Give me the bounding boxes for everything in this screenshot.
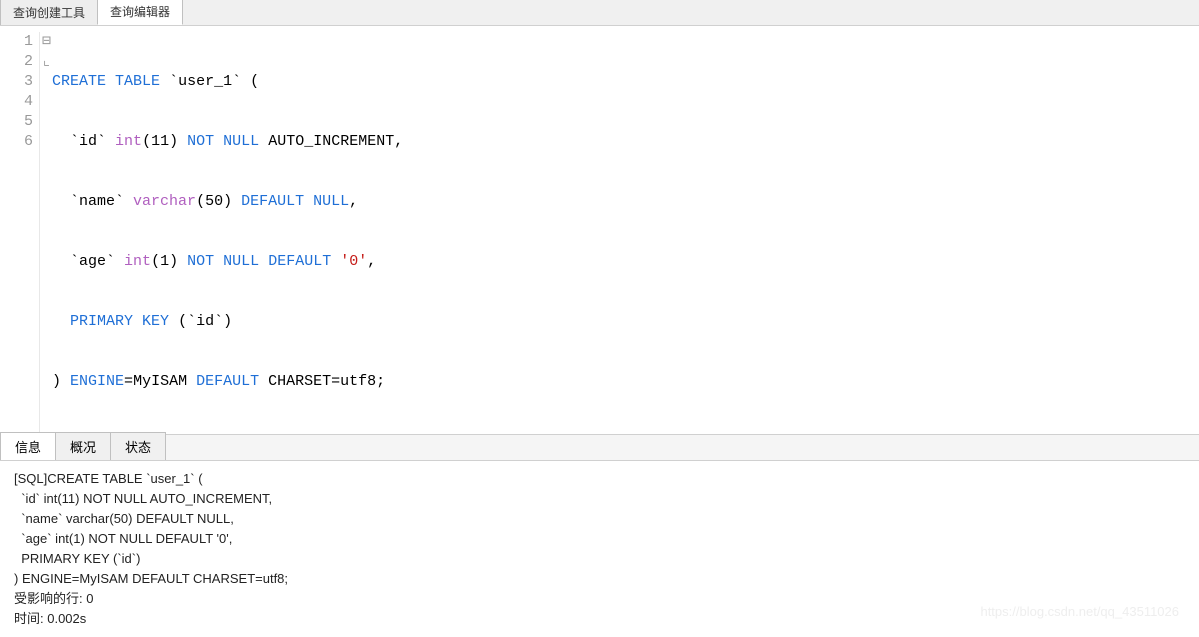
tab-query-editor[interactable]: 查询编辑器 (97, 0, 183, 25)
code-line[interactable]: CREATE TABLE `user_1` ( (52, 72, 403, 92)
fold-end-icon: ⌞ (42, 52, 52, 72)
top-tabbar: 查询创建工具 查询编辑器 (0, 0, 1199, 26)
result-line: `id` int(11) NOT NULL AUTO_INCREMENT, (14, 489, 1185, 509)
fold-toggle-icon[interactable]: ⊟ (42, 32, 52, 52)
result-affected-rows: 受影响的行: 0 (14, 589, 1185, 609)
result-line: PRIMARY KEY (`id`) (14, 549, 1185, 569)
keyword: CREATE (52, 73, 106, 90)
code-area[interactable]: CREATE TABLE `user_1` ( `id` int(11) NOT… (52, 32, 403, 432)
line-number: 2 (0, 52, 33, 72)
tab-query-builder[interactable]: 查询创建工具 (0, 0, 98, 25)
line-number: 4 (0, 92, 33, 112)
line-number: 3 (0, 72, 33, 92)
identifier: `id` (70, 133, 106, 150)
sql-editor[interactable]: 1 2 3 4 5 6 ⊟ ⌞ CREATE TABLE `user_1` ( … (0, 26, 1199, 432)
code-line[interactable]: `id` int(11) NOT NULL AUTO_INCREMENT, (52, 132, 403, 152)
result-line: ) ENGINE=MyISAM DEFAULT CHARSET=utf8; (14, 569, 1185, 589)
identifier: `user_1` (169, 73, 241, 90)
result-time: 时间: 0.002s (14, 609, 1185, 629)
result-line: `name` varchar(50) DEFAULT NULL, (14, 509, 1185, 529)
type: int (115, 133, 142, 150)
result-tabbar: 信息 概况 状态 (0, 434, 1199, 460)
line-number: 6 (0, 132, 33, 152)
code-line[interactable]: `age` int(1) NOT NULL DEFAULT '0', (52, 252, 403, 272)
result-line: `age` int(1) NOT NULL DEFAULT '0', (14, 529, 1185, 549)
tab-profile[interactable]: 概况 (55, 432, 111, 460)
punct: ( (250, 73, 259, 90)
tab-info[interactable]: 信息 (0, 432, 56, 460)
code-line[interactable]: ) ENGINE=MyISAM DEFAULT CHARSET=utf8; (52, 372, 403, 392)
code-line[interactable]: PRIMARY KEY (`id`) (52, 312, 403, 332)
result-line: [SQL]CREATE TABLE `user_1` ( (14, 469, 1185, 489)
line-number: 1 (0, 32, 33, 52)
fold-gutter: ⊟ ⌞ (40, 32, 52, 432)
line-number-gutter: 1 2 3 4 5 6 (0, 32, 40, 432)
type: varchar (133, 193, 196, 210)
string: '0' (340, 253, 367, 270)
code-line[interactable]: `name` varchar(50) DEFAULT NULL, (52, 192, 403, 212)
identifier: `age` (70, 253, 115, 270)
type: int (124, 253, 151, 270)
line-number: 5 (0, 112, 33, 132)
tab-status[interactable]: 状态 (110, 432, 166, 460)
identifier: `name` (70, 193, 124, 210)
keyword: TABLE (115, 73, 160, 90)
result-pane[interactable]: [SQL]CREATE TABLE `user_1` ( `id` int(11… (0, 460, 1199, 637)
